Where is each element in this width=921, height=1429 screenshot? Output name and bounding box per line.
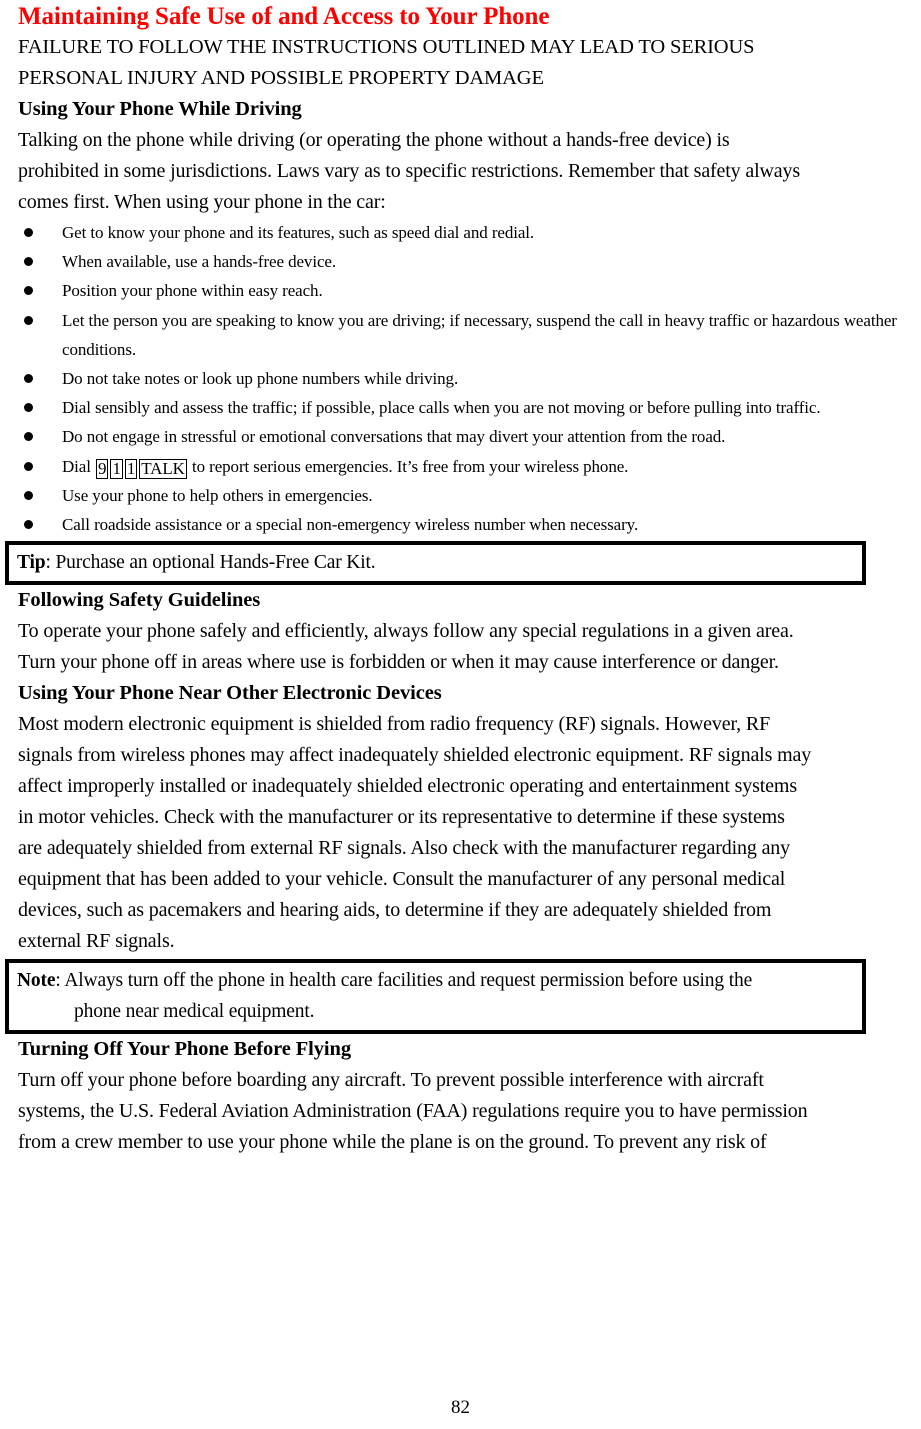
section-heading-near-other-electronic-devices: Using Your Phone Near Other Electronic D…	[18, 682, 442, 705]
keycap-talk: TALK	[139, 458, 187, 479]
bullet-icon	[24, 374, 33, 384]
list-item: Do not take notes or look up phone numbe…	[18, 364, 903, 393]
keycap-1-second: 1	[124, 458, 138, 479]
flying-line-3: from a crew member to use your phone whi…	[18, 1131, 767, 1154]
electronic-devices-line-3: affect improperly installed or inadequat…	[18, 775, 797, 798]
driving-intro-line-1: Talking on the phone while driving (or o…	[18, 129, 730, 151]
bullet-icon	[24, 286, 33, 296]
list-item-label: When available, use a hands-free device.	[62, 252, 336, 272]
tip-separator: :	[45, 552, 56, 574]
tip-label: Tip	[17, 552, 46, 574]
list-item-label: Do not engage in stressful or emotional …	[62, 427, 726, 447]
bullet-icon	[24, 228, 33, 237]
list-item: Use your phone to help others in emergen…	[18, 481, 903, 510]
warning-line-1: FAILURE TO FOLLOW THE INSTRUCTIONS OUTLI…	[18, 36, 755, 58]
section-heading-turning-off-before-flying: Turning Off Your Phone Before Flying	[18, 1038, 351, 1061]
bullet-icon	[24, 257, 33, 267]
keycap-9: 9	[96, 458, 109, 479]
list-item-emergency-dial: Dial 9 1 1 TALK to report serious emergenci…	[18, 452, 903, 481]
electronic-devices-line-1: Most modern electronic equipment is shie…	[18, 713, 771, 736]
page-number: 82	[451, 1397, 470, 1418]
electronic-devices-line-7: devices, such as pacemakers and hearing …	[18, 899, 772, 922]
list-item: Call roadside assistance or a special no…	[18, 510, 903, 539]
bullet-icon	[24, 403, 33, 413]
electronic-devices-line-5: are adequately shielded from external RF…	[18, 837, 790, 860]
bullet-icon	[24, 520, 33, 530]
bullet-icon	[24, 461, 33, 471]
electronic-devices-line-4: in motor vehicles. Check with the manufa…	[18, 806, 785, 829]
note-separator: :	[55, 970, 65, 992]
tip-text: Purchase an optional Hands-Free Car Kit.	[55, 552, 376, 574]
electronic-devices-line-8: external RF signals.	[18, 930, 175, 953]
tip-callout-box: Tip: Purchase an optional Hands-Free Car…	[5, 541, 866, 586]
driving-bullet-list: Get to know your phone and its features,…	[18, 218, 903, 539]
list-item-label: Use your phone to help others in emergen…	[62, 485, 373, 505]
note-callout-line-2: phone near medical equipment.	[74, 1001, 315, 1023]
warning-line-2: PERSONAL INJURY AND POSSIBLE PROPERTY DA…	[18, 67, 544, 89]
note-callout-box: Note: Always turn off the phone in healt…	[5, 959, 866, 1035]
note-callout-line-1: Note: Always turn off the phone in healt…	[17, 965, 862, 996]
note-label: Note	[17, 970, 56, 992]
list-item: When available, use a hands-free device.	[18, 247, 903, 276]
list-item-label: Get to know your phone and its features,…	[62, 223, 535, 242]
bullet-icon	[24, 315, 33, 325]
list-item: Do not engage in stressful or emotional …	[18, 422, 903, 451]
electronic-devices-line-2: signals from wireless phones may affect …	[18, 744, 812, 767]
bullet-icon	[24, 432, 33, 442]
list-item-text-before: Dial	[62, 456, 96, 476]
list-item-label: Do not take notes or look up phone numbe…	[62, 369, 459, 389]
safety-guidelines-line-1: To operate your phone safely and efficie…	[18, 620, 794, 643]
list-item: Position your phone within easy reach.	[18, 276, 903, 305]
tip-callout-inner: Tip: Purchase an optional Hands-Free Car…	[8, 544, 863, 583]
list-item-label: Position your phone within easy reach.	[62, 281, 323, 301]
bullet-icon	[24, 490, 33, 500]
page-title: Maintaining Safe Use of and Access to Yo…	[18, 3, 550, 30]
keycap-1-first: 1	[110, 458, 123, 479]
document-page: Maintaining Safe Use of and Access to Yo…	[0, 0, 921, 1429]
section-heading-following-safety-guidelines: Following Safety Guidelines	[18, 589, 261, 612]
list-item-label: Dial sensibly and assess the traffic; if…	[62, 398, 821, 418]
note-callout-inner: Note: Always turn off the phone in healt…	[8, 962, 863, 1032]
driving-intro-line-3: comes first. When using your phone in th…	[18, 191, 386, 213]
driving-intro-line-2: prohibited in some jurisdictions. Laws v…	[18, 160, 801, 182]
list-item: Get to know your phone and its features,…	[18, 218, 903, 247]
note-text-line-1: Always turn off the phone in health care…	[64, 970, 753, 992]
electronic-devices-line-6: equipment that has been added to your ve…	[18, 868, 786, 891]
list-item-text-after: to report serious emergencies. It’s free…	[187, 456, 629, 476]
list-item-label: Call roadside assistance or a special no…	[62, 515, 639, 535]
flying-line-1: Turn off your phone before boarding any …	[18, 1069, 764, 1092]
list-item: Let the person you are speaking to know …	[18, 306, 903, 364]
list-item-label: Let the person you are speaking to know …	[62, 310, 897, 359]
safety-guidelines-line-2: Turn your phone off in areas where use i…	[18, 651, 779, 674]
flying-line-2: systems, the U.S. Federal Aviation Admin…	[18, 1100, 808, 1123]
tip-callout-line: Tip: Purchase an optional Hands-Free Car…	[17, 547, 862, 578]
list-item: Dial sensibly and assess the traffic; if…	[18, 393, 903, 422]
section-heading-using-while-driving: Using Your Phone While Driving	[18, 98, 302, 120]
